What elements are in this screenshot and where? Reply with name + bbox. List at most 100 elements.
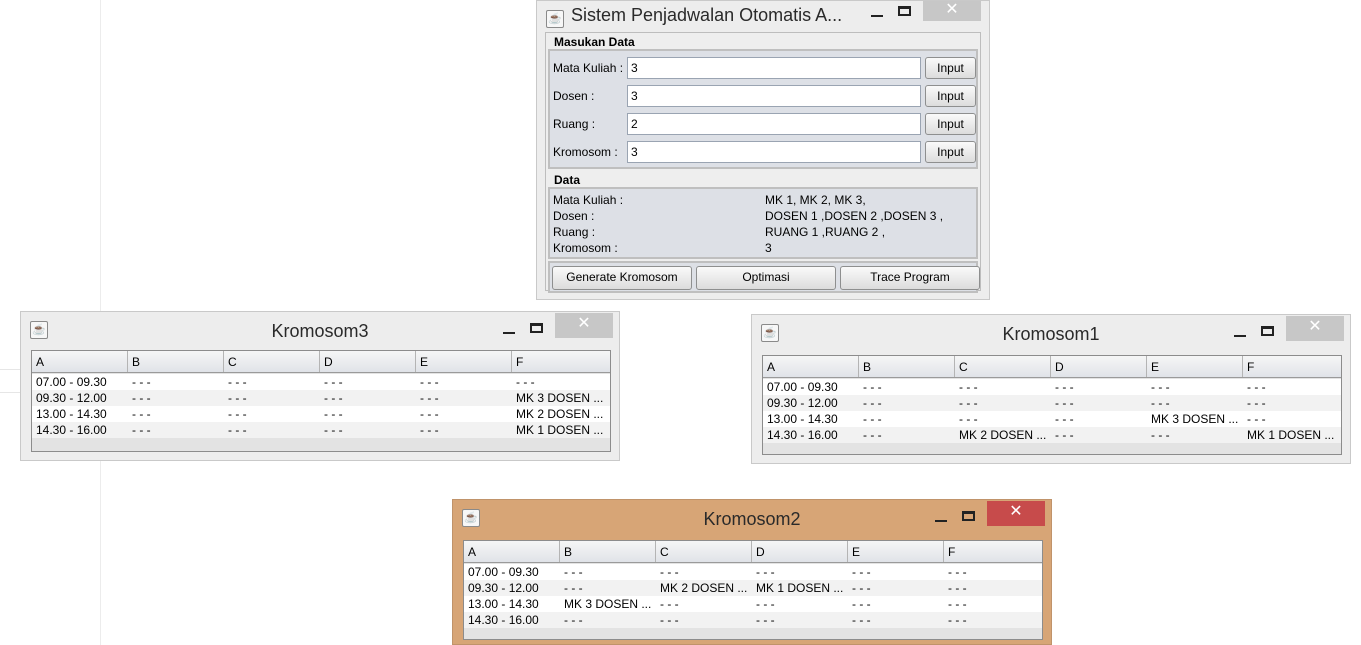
generate-kromosom-button[interactable]: Generate Kromosom [552, 266, 692, 290]
table-cell[interactable]: - - - [128, 374, 224, 390]
dosen-input-button[interactable]: Input [925, 85, 976, 107]
table-cell[interactable]: 14.30 - 16.00 [32, 422, 128, 438]
table-cell[interactable]: - - - [416, 390, 512, 406]
table-cell[interactable]: 07.00 - 09.30 [32, 374, 128, 390]
maximize-button[interactable] [955, 506, 983, 532]
table-cell[interactable]: - - - [320, 406, 416, 422]
table-cell[interactable]: - - - [656, 596, 752, 612]
table-cell[interactable]: 13.00 - 14.30 [32, 406, 128, 422]
table-row[interactable]: 07.00 - 09.30- - -- - -- - -- - -- - - [464, 564, 1042, 580]
table-cell[interactable]: - - - [848, 596, 944, 612]
close-button[interactable]: ✕ [987, 501, 1045, 526]
maximize-button[interactable] [891, 1, 919, 27]
table-cell[interactable]: - - - [416, 422, 512, 438]
table-cell[interactable]: MK 2 DOSEN ... [512, 406, 608, 422]
table-cell[interactable]: - - - [224, 422, 320, 438]
table-cell[interactable]: - - - [848, 612, 944, 628]
table-cell[interactable]: - - - [955, 411, 1051, 427]
column-header-b[interactable]: B [560, 541, 656, 562]
table-cell[interactable]: - - - [320, 374, 416, 390]
table-cell[interactable]: - - - [1147, 427, 1243, 443]
table-cell[interactable]: - - - [1243, 411, 1339, 427]
kromosom-input[interactable]: 3 [627, 141, 921, 163]
main-titlebar[interactable]: ☕ Sistem Penjadwalan Otomatis A... ✕ [537, 1, 989, 35]
column-header-b[interactable]: B [128, 351, 224, 372]
table-cell[interactable]: - - - [560, 612, 656, 628]
kromosom3-titlebar[interactable]: ☕ Kromosom3 ✕ [21, 312, 619, 346]
table-cell[interactable]: - - - [560, 564, 656, 580]
table-cell[interactable]: - - - [512, 374, 608, 390]
mata-kuliah-input-button[interactable]: Input [925, 57, 976, 79]
column-header-c[interactable]: C [224, 351, 320, 372]
table-cell[interactable]: MK 3 DOSEN ... [1147, 411, 1243, 427]
table-row[interactable]: 14.30 - 16.00- - -- - -- - -- - -- - - [464, 612, 1042, 628]
close-button[interactable]: ✕ [923, 1, 981, 21]
table-cell[interactable]: - - - [1243, 379, 1339, 395]
mata-kuliah-input[interactable]: 3 [627, 57, 921, 79]
table-cell[interactable]: 13.00 - 14.30 [464, 596, 560, 612]
column-header-d[interactable]: D [1051, 356, 1147, 377]
column-header-b[interactable]: B [859, 356, 955, 377]
table-row[interactable]: 13.00 - 14.30- - -- - -- - -- - - MK 2 DO… [32, 406, 610, 422]
table-cell[interactable]: - - - [752, 612, 848, 628]
table-cell[interactable]: - - - [752, 564, 848, 580]
table-row[interactable]: 09.30 - 12.00- - - MK 2 DOSEN ... MK 1 DOS… [464, 580, 1042, 596]
table-cell[interactable]: - - - [859, 427, 955, 443]
table-cell[interactable]: - - - [128, 390, 224, 406]
kromosom1-table[interactable]: A B C D E F 07.00 - 09.30- - -- - -- - -- - --… [762, 355, 1342, 455]
table-cell[interactable]: - - - [944, 612, 1040, 628]
table-cell[interactable]: MK 1 DOSEN ... [1243, 427, 1339, 443]
table-cell[interactable]: - - - [224, 390, 320, 406]
table-row[interactable]: 14.30 - 16.00- - -- - -- - -- - - MK 1 DO… [32, 422, 610, 438]
column-header-f[interactable]: F [1243, 356, 1341, 377]
column-header-a[interactable]: A [464, 541, 560, 562]
table-cell[interactable]: - - - [752, 596, 848, 612]
table-cell[interactable]: - - - [944, 564, 1040, 580]
table-cell[interactable]: - - - [1051, 379, 1147, 395]
table-cell[interactable]: - - - [859, 395, 955, 411]
table-cell[interactable]: MK 3 DOSEN ... [512, 390, 608, 406]
minimize-button[interactable] [1226, 321, 1254, 347]
table-cell[interactable]: 07.00 - 09.30 [464, 564, 560, 580]
optimasi-button[interactable]: Optimasi [696, 266, 836, 290]
table-cell[interactable]: - - - [1243, 395, 1339, 411]
maximize-button[interactable] [523, 318, 551, 344]
kromosom2-titlebar[interactable]: ☕ Kromosom2 ✕ [453, 500, 1051, 534]
table-cell[interactable]: - - - [224, 406, 320, 422]
trace-program-button[interactable]: Trace Program [840, 266, 980, 290]
table-cell[interactable]: - - - [859, 379, 955, 395]
dosen-input[interactable]: 3 [627, 85, 921, 107]
table-cell[interactable]: 07.00 - 09.30 [763, 379, 859, 395]
column-header-c[interactable]: C [656, 541, 752, 562]
table-cell[interactable]: - - - [859, 411, 955, 427]
minimize-button[interactable] [927, 506, 955, 532]
minimize-button[interactable] [495, 318, 523, 344]
table-row[interactable]: 07.00 - 09.30- - -- - -- - -- - -- - - [32, 374, 610, 390]
table-row[interactable]: 09.30 - 12.00- - -- - -- - -- - - MK 3 DO… [32, 390, 610, 406]
kromosom-input-button[interactable]: Input [925, 141, 976, 163]
table-row[interactable]: 07.00 - 09.30- - -- - -- - -- - -- - - [763, 379, 1341, 395]
table-row[interactable]: 09.30 - 12.00- - -- - -- - -- - -- - - [763, 395, 1341, 411]
table-cell[interactable]: 13.00 - 14.30 [763, 411, 859, 427]
table-cell[interactable]: 14.30 - 16.00 [464, 612, 560, 628]
table-cell[interactable]: - - - [656, 612, 752, 628]
table-cell[interactable]: - - - [848, 564, 944, 580]
minimize-button[interactable] [863, 1, 891, 27]
table-cell[interactable]: - - - [416, 406, 512, 422]
table-cell[interactable]: - - - [1051, 411, 1147, 427]
kromosom1-titlebar[interactable]: ☕ Kromosom1 ✕ [752, 315, 1350, 349]
maximize-button[interactable] [1254, 321, 1282, 347]
table-cell[interactable]: 09.30 - 12.00 [763, 395, 859, 411]
table-cell[interactable]: 09.30 - 12.00 [32, 390, 128, 406]
table-cell[interactable]: - - - [955, 395, 1051, 411]
column-header-e[interactable]: E [848, 541, 944, 562]
table-cell[interactable]: - - - [416, 374, 512, 390]
close-button[interactable]: ✕ [1286, 316, 1344, 341]
table-cell[interactable]: - - - [224, 374, 320, 390]
column-header-d[interactable]: D [320, 351, 416, 372]
ruang-input[interactable]: 2 [627, 113, 921, 135]
table-cell[interactable]: - - - [656, 564, 752, 580]
table-cell[interactable]: MK 1 DOSEN ... [512, 422, 608, 438]
kromosom2-table[interactable]: A B C D E F 07.00 - 09.30- - -- - -- - -- - --… [463, 540, 1043, 640]
table-cell[interactable]: - - - [1147, 379, 1243, 395]
